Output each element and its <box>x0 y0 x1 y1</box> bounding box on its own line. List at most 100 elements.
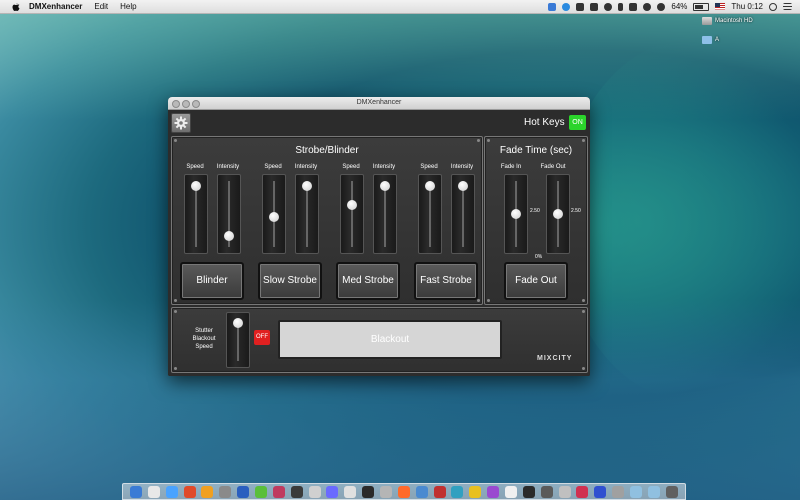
sync-icon[interactable] <box>657 2 666 11</box>
speed-slider[interactable] <box>262 174 286 254</box>
strobe-button[interactable]: Med Strobe <box>336 262 400 300</box>
dock-app-icon[interactable] <box>290 485 303 498</box>
menu-app-name[interactable]: DMXenhancer <box>29 2 82 11</box>
menu-edit[interactable]: Edit <box>94 2 108 11</box>
fade-in-value: 2.50 <box>530 208 540 214</box>
dock-app-icon[interactable] <box>612 485 625 498</box>
slider-knob[interactable] <box>347 199 357 210</box>
window-title: DMXenhancer <box>356 99 402 106</box>
fade-out-button[interactable]: Fade Out <box>504 262 568 300</box>
dock-app-icon[interactable] <box>487 485 500 498</box>
panel-screw <box>582 139 585 142</box>
strobe-button[interactable]: Slow Strobe <box>258 262 322 300</box>
bluetooth-icon[interactable] <box>618 2 624 11</box>
desktop-icon-folder-a[interactable]: A <box>702 36 719 44</box>
dock-app-icon[interactable] <box>272 485 285 498</box>
dock <box>122 483 686 500</box>
notification-center-icon[interactable] <box>783 3 792 10</box>
stutter-speed-slider[interactable] <box>226 312 250 368</box>
dock-app-icon[interactable] <box>183 485 196 498</box>
desktop-icon-macintosh-hd[interactable]: Macintosh HD <box>702 17 753 25</box>
hot-keys-toggle[interactable]: ON <box>569 115 586 130</box>
menu-help[interactable]: Help <box>120 2 136 11</box>
stutter-off-toggle[interactable]: OFF <box>254 330 270 345</box>
status-tray-icon[interactable] <box>576 2 585 11</box>
clipboard-icon[interactable] <box>590 2 599 11</box>
slider-knob[interactable] <box>380 181 390 192</box>
intensity-slider[interactable] <box>451 174 475 254</box>
dock-app-icon[interactable] <box>594 485 607 498</box>
dock-app-icon[interactable] <box>629 485 642 498</box>
dock-app-icon[interactable] <box>254 485 267 498</box>
slider-knob[interactable] <box>269 212 279 223</box>
dock-app-icon[interactable] <box>540 485 553 498</box>
panel-screw <box>477 299 480 302</box>
dock-app-icon[interactable] <box>308 485 321 498</box>
stutter-blackout-label: Blackout <box>192 336 216 342</box>
dock-app-icon[interactable] <box>558 485 571 498</box>
dock-app-icon[interactable] <box>237 485 250 498</box>
dock-app-icon[interactable] <box>201 485 214 498</box>
slider-knob[interactable] <box>458 181 468 192</box>
volume-icon[interactable] <box>629 2 638 11</box>
dock-app-icon[interactable] <box>129 485 142 498</box>
panel-screw <box>174 310 177 313</box>
dock-app-icon[interactable] <box>469 485 482 498</box>
menu-bar: DMXenhancer Edit Help 64% Thu 0:12 <box>0 0 800 14</box>
dock-app-icon[interactable] <box>522 485 535 498</box>
fade-out-slider[interactable] <box>546 174 570 254</box>
app-status-icon[interactable] <box>562 2 571 11</box>
dock-app-icon[interactable] <box>504 485 517 498</box>
dock-app-icon[interactable] <box>344 485 357 498</box>
spotlight-search-icon[interactable] <box>769 2 777 11</box>
dropbox-icon[interactable] <box>548 2 557 11</box>
dock-app-icon[interactable] <box>379 485 392 498</box>
dock-app-icon[interactable] <box>397 485 410 498</box>
panel-screw <box>487 299 490 302</box>
slider-knob[interactable] <box>553 209 563 219</box>
panel-screw <box>582 299 585 302</box>
slider-knob[interactable] <box>233 317 243 328</box>
dock-app-icon[interactable] <box>647 485 660 498</box>
window-zoom-button[interactable] <box>192 100 200 108</box>
speed-slider[interactable] <box>340 174 364 254</box>
dock-app-icon[interactable] <box>326 485 339 498</box>
dock-app-icon[interactable] <box>665 485 678 498</box>
dock-app-icon[interactable] <box>362 485 375 498</box>
dock-app-icon[interactable] <box>576 485 589 498</box>
stutter-label: Stutter <box>195 328 213 334</box>
slider-knob[interactable] <box>191 181 201 192</box>
slider-knob[interactable] <box>224 230 234 241</box>
dock-app-icon[interactable] <box>147 485 160 498</box>
hot-keys-label: Hot Keys <box>524 117 565 128</box>
window-minimize-button[interactable] <box>182 100 190 108</box>
slider-knob[interactable] <box>511 209 521 219</box>
fade-time-panel: Fade Time (sec) Fade In Fade Out 2.50 2.… <box>484 136 588 305</box>
dock-app-icon[interactable] <box>165 485 178 498</box>
settings-button[interactable] <box>171 113 191 133</box>
intensity-slider[interactable] <box>217 174 241 254</box>
input-source-flag-icon[interactable] <box>715 3 726 10</box>
window-titlebar[interactable]: DMXenhancer <box>168 97 590 110</box>
intensity-label: Intensity <box>216 164 240 170</box>
strobe-button[interactable]: Fast Strobe <box>414 262 478 300</box>
intensity-slider[interactable] <box>373 174 397 254</box>
dock-app-icon[interactable] <box>415 485 428 498</box>
speed-slider[interactable] <box>184 174 208 254</box>
dock-app-icon[interactable] <box>433 485 446 498</box>
window-close-button[interactable] <box>172 100 180 108</box>
slider-knob[interactable] <box>302 181 312 192</box>
fade-in-slider[interactable] <box>504 174 528 254</box>
blackout-button[interactable]: Blackout <box>278 320 502 359</box>
dock-app-icon[interactable] <box>451 485 464 498</box>
dock-app-icon[interactable] <box>219 485 232 498</box>
speed-slider[interactable] <box>418 174 442 254</box>
apple-menu-icon[interactable] <box>11 2 21 12</box>
time-machine-icon[interactable] <box>604 2 613 11</box>
battery-icon[interactable] <box>693 2 710 11</box>
slider-knob[interactable] <box>425 181 435 192</box>
menu-clock[interactable]: Thu 0:12 <box>731 2 763 11</box>
intensity-slider[interactable] <box>295 174 319 254</box>
wifi-icon[interactable] <box>643 2 652 11</box>
strobe-button[interactable]: Blinder <box>180 262 244 300</box>
